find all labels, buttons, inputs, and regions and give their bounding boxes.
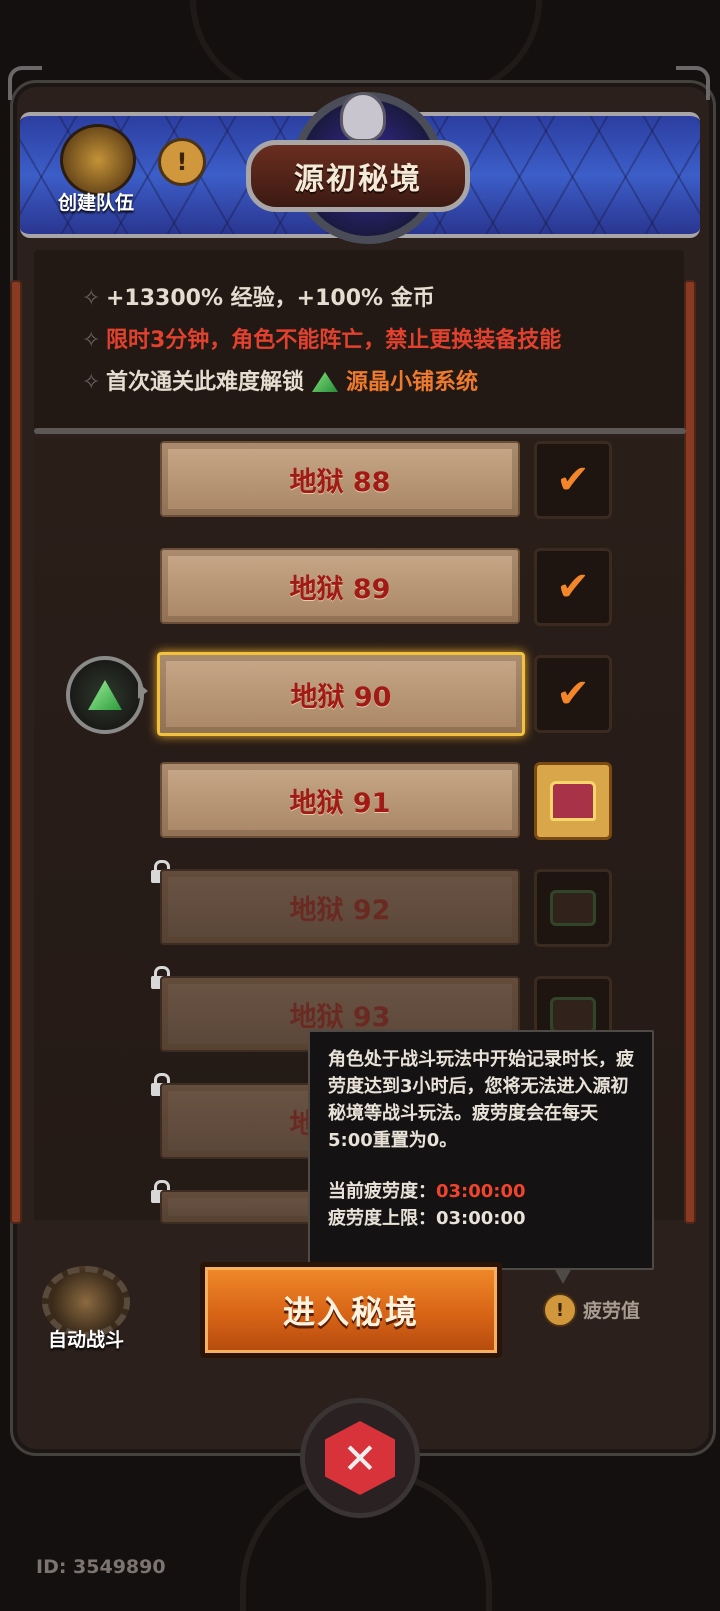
bullet-icon: ✧ [82,328,101,353]
horn-helmet-icon[interactable] [60,124,136,196]
treasure-chest-icon [550,890,596,926]
bonus-text: +13300% 经验，+100% 金币 [106,286,435,311]
treasure-chest-icon [550,997,596,1033]
fatigue-info-icon[interactable]: ! [543,1293,577,1327]
right-rail [684,280,696,1224]
skull-icon [340,92,386,142]
level-button-88[interactable]: 地狱 88 [160,441,520,517]
reward-chest-89[interactable]: ✔ [534,548,612,626]
level-button-89[interactable]: 地狱 89 [160,548,520,624]
reward-chest-88[interactable]: ✔ [534,441,612,519]
fatigue-tooltip: 角色处于战斗玩法中开始记录时长，疲劳度达到3小时后，您将无法进入源初秘境等战斗玩… [308,1030,654,1270]
corner-ornament [8,66,42,100]
fatigue-label[interactable]: 疲劳值 [583,1296,640,1323]
fatigue-limit-value: 03:00:00 [436,1208,526,1229]
crossed-swords-emblem[interactable]: ✕ [300,1398,420,1518]
level-button-91[interactable]: 地狱 91 [160,762,520,838]
rules-text: 限时3分钟，角色不能阵亡，禁止更换装备技能 [106,328,562,353]
level-button-90[interactable]: 地狱 90 [157,652,525,736]
unlock-line: ✧ 首次通关此难度解锁 源晶小铺系统 [82,364,478,396]
green-crystal-icon [312,372,339,392]
tooltip-tail [554,1268,572,1284]
enter-dungeon-button[interactable]: 进入秘境 [200,1262,502,1358]
corner-ornament [676,66,710,100]
marker-pointer [138,683,148,699]
tooltip-body: 角色处于战斗玩法中开始记录时长，疲劳度达到3小时后，您将无法进入源初秘境等战斗玩… [328,1049,634,1151]
create-team-button[interactable]: 创建队伍 [44,188,148,215]
check-icon: ✔ [556,457,590,503]
bullet-icon: ✧ [82,286,101,311]
current-fatigue-value: 03:00:00 [436,1181,526,1202]
page-title: 源初秘境 [246,140,470,212]
player-id: ID: 3549890 [36,1556,166,1578]
crossed-swords-icon: ✕ [325,1421,395,1495]
info-icon[interactable]: ! [158,138,206,186]
check-icon: ✔ [556,671,590,717]
left-rail [10,280,22,1224]
reward-chest-90[interactable]: ✔ [534,655,612,733]
rules-line: ✧ 限时3分钟，角色不能阵亡，禁止更换装备技能 [82,322,561,354]
unlock-prefix: 首次通关此难度解锁 [106,370,305,395]
unlock-system: 源晶小铺系统 [346,370,479,395]
current-fatigue-label: 当前疲劳度： [328,1181,436,1202]
fatigue-limit-row: 疲劳度上限：03:00:00 [328,1205,634,1232]
auto-battle-button[interactable]: 自动战斗 [36,1325,136,1352]
bonus-line: ✧ +13300% 经验，+100% 金币 [82,280,435,312]
reward-chest-91[interactable] [534,762,612,840]
divider [34,428,686,434]
bullet-icon: ✧ [82,370,101,395]
check-icon: ✔ [556,564,590,610]
reward-chest-92[interactable] [534,869,612,947]
level-button-92[interactable]: 地狱 92 [160,869,520,945]
green-crystal-icon [88,680,122,710]
current-level-marker [66,656,144,734]
current-fatigue-row: 当前疲劳度：03:00:00 [328,1178,634,1205]
treasure-chest-icon [550,781,596,821]
fatigue-limit-label: 疲劳度上限： [328,1208,436,1229]
